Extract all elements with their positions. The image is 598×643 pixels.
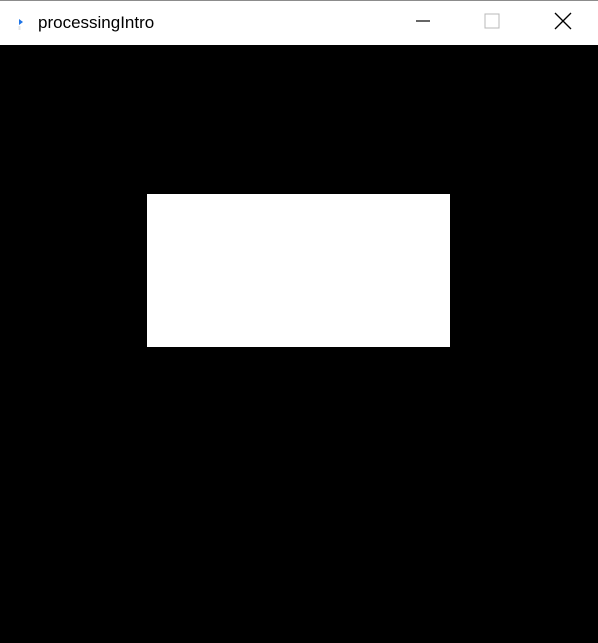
title-bar[interactable]: processingIntro [0,1,598,45]
application-window: processingIntro [0,0,598,643]
white-rectangle [147,194,450,347]
minimize-icon [415,13,431,34]
processing-app-icon[interactable] [14,15,26,31]
maximize-button[interactable] [469,1,515,45]
minimize-button[interactable] [400,1,446,45]
close-button[interactable] [540,1,586,45]
close-icon [554,12,572,35]
sketch-canvas[interactable] [0,45,598,643]
maximize-icon [484,13,500,34]
window-title: processingIntro [38,13,155,32]
